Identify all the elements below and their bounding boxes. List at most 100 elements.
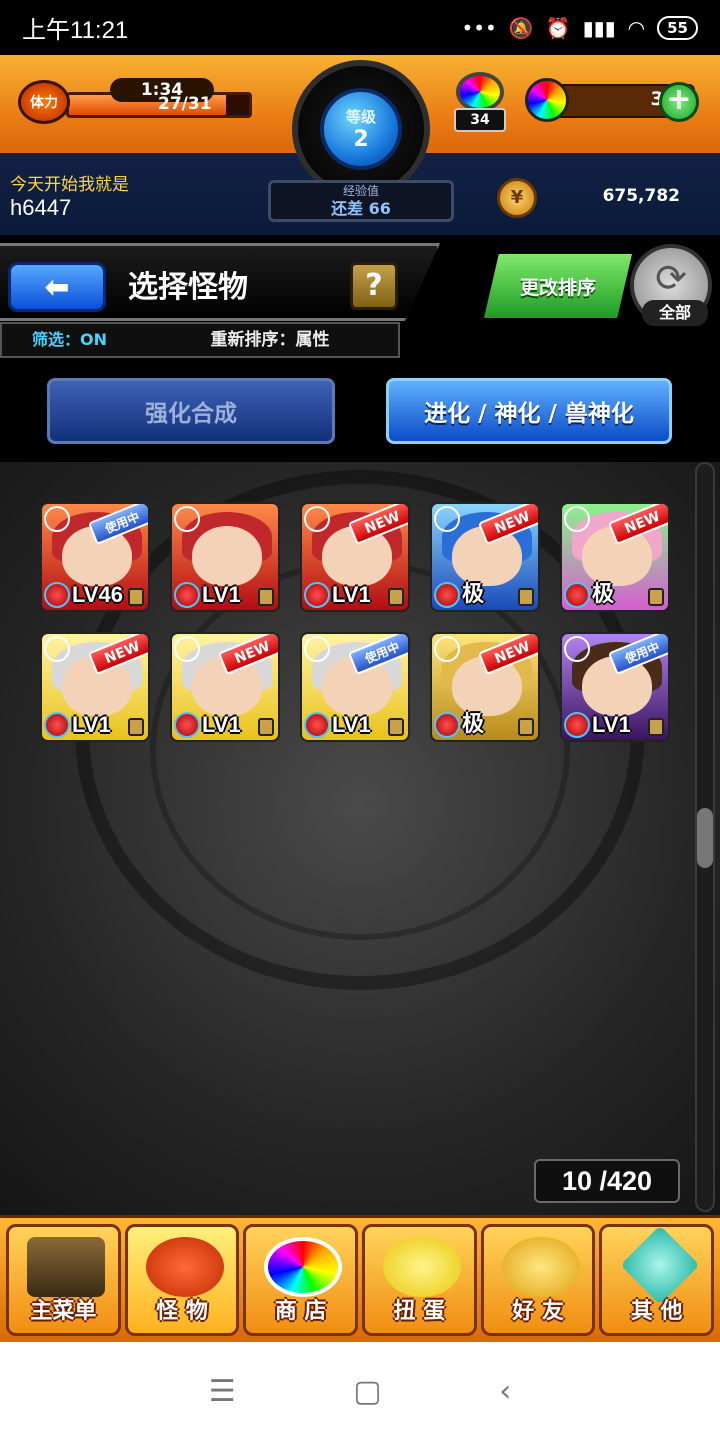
- stamina-icon: 体力: [18, 80, 70, 124]
- fruit-icon: [434, 712, 460, 738]
- element-icon: [304, 636, 330, 662]
- lock-icon: [388, 718, 404, 736]
- all-filter-button[interactable]: ⟳ 全部: [630, 244, 712, 326]
- wifi-icon: ◠: [627, 15, 646, 40]
- monster-grid: 使用中 LV46 LV1 NEW LV1 NEW 极 NEW 极 NEW LV1 NEW LV1 使用中 L…: [40, 502, 680, 742]
- monster-card[interactable]: NEW LV1: [40, 632, 150, 742]
- monster-level: 极: [462, 581, 485, 606]
- reorder-button[interactable]: 更改排序: [484, 254, 632, 318]
- gem-icon: [456, 72, 504, 112]
- monster-card[interactable]: 使用中 LV46: [40, 502, 150, 612]
- nav-label: 商 店: [274, 1299, 327, 1324]
- fruit-icon: [564, 582, 590, 608]
- lock-icon: [258, 588, 274, 606]
- buy-orb-button[interactable]: +: [659, 82, 699, 122]
- element-icon: [304, 506, 330, 532]
- coin-count: 675,782: [602, 186, 680, 206]
- nav-gacha[interactable]: 扭 蛋: [362, 1224, 477, 1336]
- menu-icon[interactable]: ☰: [209, 1374, 236, 1409]
- monster-level: LV46: [72, 582, 123, 607]
- monster-card[interactable]: 使用中 LV1: [560, 632, 670, 742]
- fruit-icon: [564, 712, 590, 738]
- monster-level: LV1: [72, 712, 111, 737]
- fruit-icon: [44, 582, 70, 608]
- element-icon: [434, 506, 460, 532]
- evolve-mode-button[interactable]: 进化 / 神化 / 兽神化: [386, 378, 672, 444]
- bottom-nav: 主菜单 怪 物 商 店 扭 蛋 好 友 其 他: [0, 1215, 720, 1342]
- level-orb[interactable]: 等级 2: [292, 60, 430, 198]
- status-bar: 上午11:21 ••• 🔕 ⏰ ▮▮▮ ◠ 55: [0, 0, 720, 55]
- lock-icon: [128, 588, 144, 606]
- nav-label: 其 他: [630, 1299, 683, 1324]
- nav-monster[interactable]: 怪 物: [124, 1224, 240, 1336]
- coin-icon: ¥: [497, 178, 537, 218]
- friend-icon: [501, 1237, 580, 1297]
- signal-icon: ▮▮▮: [582, 15, 616, 40]
- nav-shop[interactable]: 商 店: [243, 1224, 359, 1336]
- gacha-icon: [383, 1237, 462, 1297]
- all-filter-label: 全部: [642, 300, 708, 326]
- level-label: 等级: [345, 108, 376, 126]
- sort-label[interactable]: 重新排序：属性: [142, 324, 398, 356]
- player-title: 今天开始我就是: [10, 175, 129, 195]
- monster-level: LV1: [592, 712, 631, 737]
- monster-card[interactable]: NEW LV1: [170, 632, 280, 742]
- monster-card[interactable]: LV1: [170, 502, 280, 612]
- orb-icon: [525, 78, 569, 122]
- level-inner: 等级 2: [320, 88, 402, 170]
- lock-icon: [518, 588, 534, 606]
- element-icon: [174, 636, 200, 662]
- level-value: 2: [353, 127, 369, 152]
- monster-card[interactable]: NEW LV1: [300, 502, 410, 612]
- lock-icon: [388, 588, 404, 606]
- stamina-count: 27/31: [158, 94, 212, 114]
- home-icon[interactable]: ▢: [353, 1374, 381, 1409]
- element-icon: [434, 636, 460, 662]
- fruit-icon: [174, 582, 200, 608]
- nav-friend[interactable]: 好 友: [480, 1224, 596, 1336]
- filter-bar[interactable]: 筛选：ON 重新排序：属性: [0, 322, 400, 358]
- monster-card[interactable]: NEW 极: [430, 632, 540, 742]
- lock-icon: [648, 588, 664, 606]
- lock-icon: [518, 718, 534, 736]
- page-title: 选择怪物: [128, 270, 248, 305]
- element-icon: [44, 636, 70, 662]
- lock-icon: [128, 718, 144, 736]
- status-time: 上午11:21: [22, 17, 129, 44]
- power-up-mode-button[interactable]: 强化合成: [47, 378, 335, 444]
- exp-panel: 经验值 还差 66: [268, 180, 454, 222]
- lock-icon: [258, 718, 274, 736]
- monster-portrait: [192, 526, 262, 586]
- monster-card[interactable]: NEW 极: [560, 502, 670, 612]
- nav-other[interactable]: 其 他: [599, 1224, 715, 1336]
- lock-icon: [648, 718, 664, 736]
- monster-level: LV1: [332, 712, 371, 737]
- nav-label: 好 友: [512, 1299, 564, 1324]
- alarm-icon: ⏰: [545, 15, 571, 40]
- monster-level: LV1: [202, 712, 241, 737]
- monster-card[interactable]: NEW 极: [430, 502, 540, 612]
- nav-label: 扭 蛋: [393, 1299, 446, 1324]
- back-icon[interactable]: ‹: [499, 1374, 511, 1409]
- fruit-icon: [304, 582, 330, 608]
- fruit-icon: [434, 582, 460, 608]
- element-icon: [564, 506, 590, 532]
- scroll-thumb[interactable]: [697, 808, 713, 868]
- gem-counter[interactable]: 34: [450, 72, 510, 134]
- gem-count: 34: [454, 108, 506, 132]
- element-icon: [44, 506, 70, 532]
- refresh-icon: ⟳: [655, 256, 687, 300]
- nav-main-menu[interactable]: 主菜单: [6, 1224, 121, 1336]
- monster-card[interactable]: 使用中 LV1: [300, 632, 410, 742]
- stamina-meter[interactable]: 体力 1:34 27/31: [18, 78, 253, 126]
- fruit-icon: [44, 712, 70, 738]
- shop-icon: [264, 1237, 343, 1297]
- nav-label: 怪 物: [156, 1299, 208, 1324]
- filter-status[interactable]: 筛选：ON: [2, 324, 142, 356]
- fruit-icon: [174, 712, 200, 738]
- help-button[interactable]: ?: [350, 262, 398, 310]
- monster-level: LV1: [202, 582, 241, 607]
- orb-counter: 31 +: [525, 78, 705, 124]
- back-button[interactable]: ⬅: [8, 262, 106, 312]
- exp-value: 还差 66: [331, 199, 391, 218]
